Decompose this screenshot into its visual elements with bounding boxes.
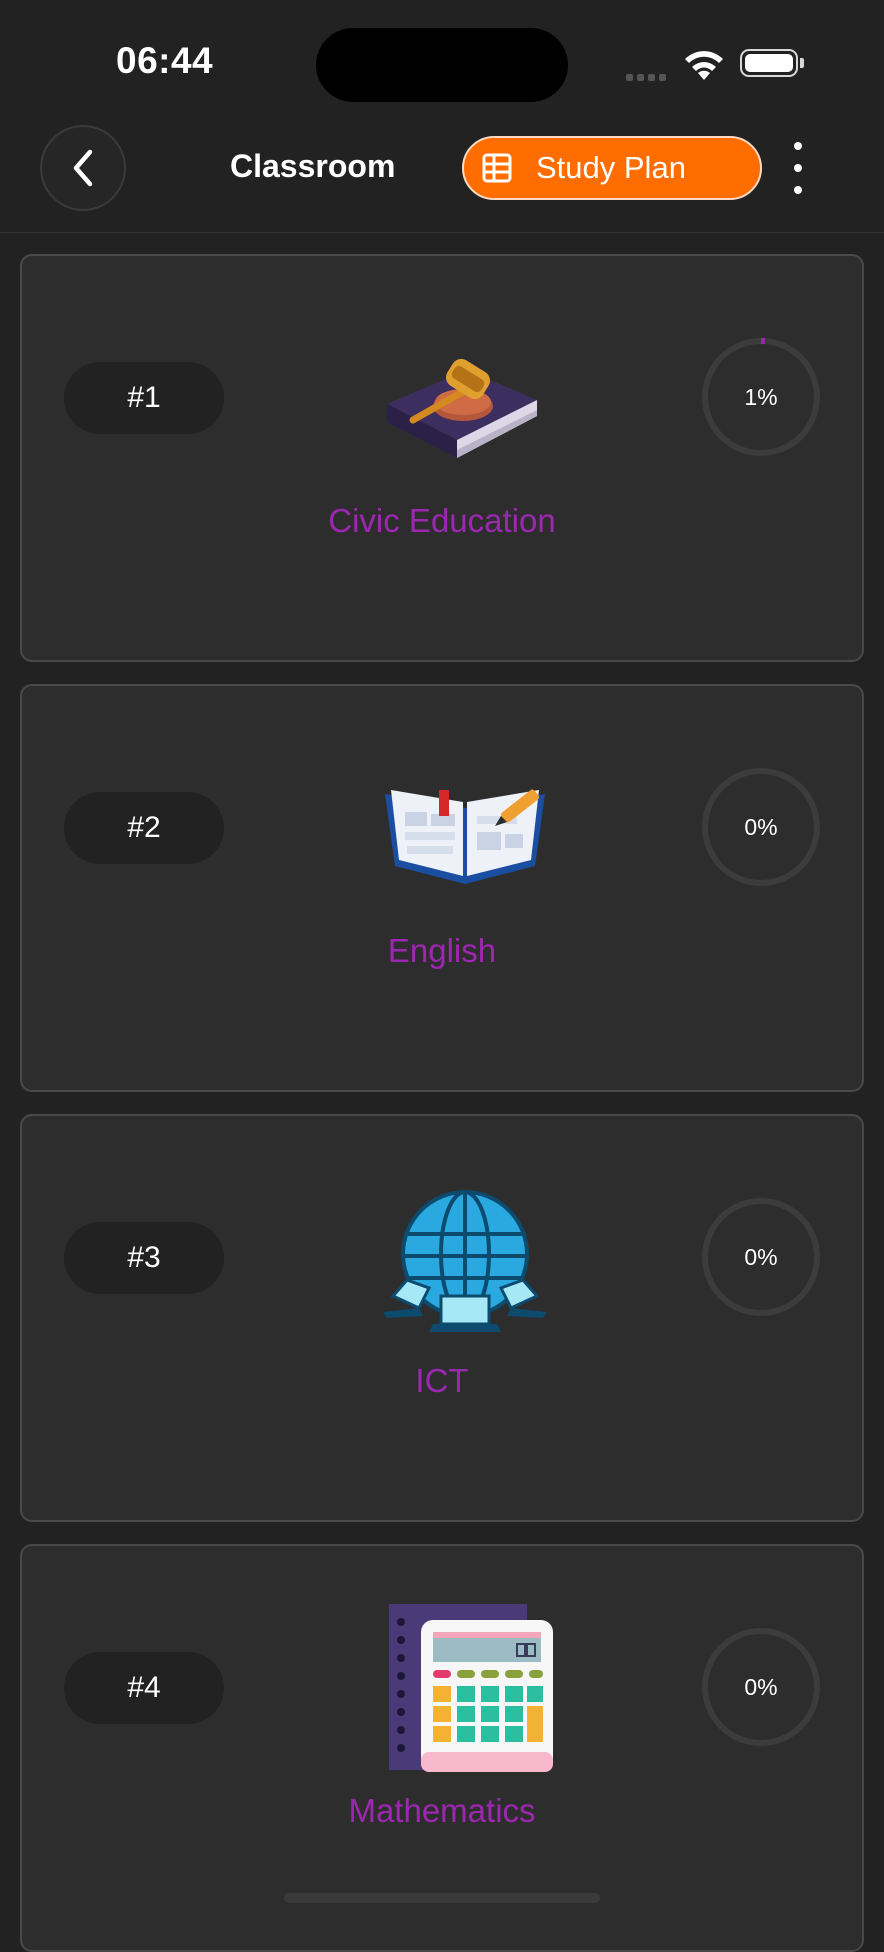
- progress-percent: 0%: [744, 813, 778, 840]
- table-grid-icon: [482, 153, 512, 183]
- subject-name: English: [387, 932, 497, 969]
- status-bar: 06:44: [0, 0, 884, 120]
- back-button[interactable]: [40, 125, 126, 211]
- home-indicator: [284, 1893, 600, 1903]
- more-options-icon[interactable]: [786, 142, 810, 194]
- subject-name: ICT: [415, 1362, 469, 1399]
- calculator-icon: [389, 1604, 553, 1772]
- progress-percent: 0%: [744, 1243, 778, 1270]
- study-plan-label: Study Plan: [536, 150, 686, 185]
- progress-percent: 0%: [744, 1673, 778, 1700]
- gavel-book-icon: [387, 358, 537, 458]
- subject-card[interactable]: #2 English 0%: [20, 684, 864, 1092]
- cellular-signal-icon: [626, 68, 670, 86]
- subject-card[interactable]: #4 Mathematics 0%: [20, 1544, 864, 1952]
- chevron-left-icon: [73, 149, 93, 187]
- rank-badge: #1: [64, 362, 224, 434]
- battery-cap: [800, 58, 804, 68]
- battery-icon: [740, 49, 798, 77]
- dynamic-island: [316, 28, 568, 102]
- status-time: 06:44: [116, 40, 214, 81]
- subject-card[interactable]: #3 ICT 0%: [20, 1114, 864, 1522]
- progress-percent: 1%: [744, 383, 778, 410]
- wifi-icon: [685, 51, 723, 80]
- rank-badge: #4: [64, 1652, 224, 1724]
- study-plan-button[interactable]: Study Plan: [462, 136, 762, 200]
- subject-name: Mathematics: [348, 1792, 536, 1829]
- subject-card[interactable]: #1 Civic Education 1%: [20, 254, 864, 662]
- rank-badge: #3: [64, 1222, 224, 1294]
- rank-badge: #2: [64, 792, 224, 864]
- open-book-icon: [385, 789, 545, 884]
- page-title: Classroom: [230, 148, 396, 184]
- app-header: Classroom Study Plan: [0, 120, 884, 233]
- subject-name: Civic Education: [328, 502, 556, 539]
- globe-network-icon: [383, 1190, 547, 1332]
